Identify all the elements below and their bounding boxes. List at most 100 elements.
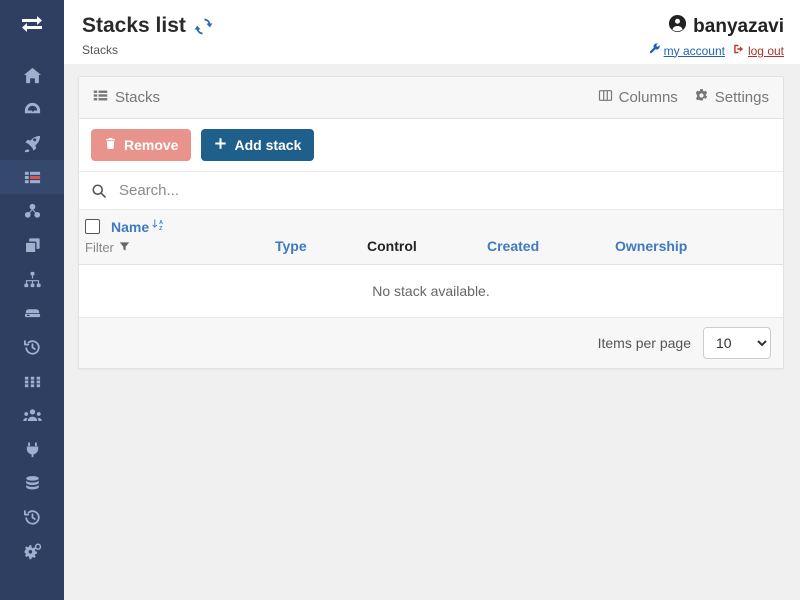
panel-toolbar: Remove Add stack bbox=[79, 119, 783, 172]
columns-icon bbox=[598, 88, 613, 107]
panel-header-actions: Columns Settings bbox=[598, 88, 769, 107]
my-account-link[interactable]: my account bbox=[649, 43, 725, 58]
top-header: Stacks list Stacks banyazavi my account … bbox=[64, 0, 800, 64]
sidebar-item-home[interactable] bbox=[0, 58, 64, 92]
user-links: my account log out bbox=[649, 43, 784, 58]
stacks-panel: Stacks Columns Settings Remove Add stack… bbox=[78, 76, 784, 369]
sidebar-item-server[interactable] bbox=[0, 296, 64, 330]
search-icon bbox=[91, 183, 107, 199]
home-icon bbox=[23, 67, 41, 83]
exchange-arrows-icon bbox=[22, 16, 42, 32]
search-input[interactable] bbox=[117, 181, 771, 200]
name-header-row: Name A Z bbox=[85, 218, 263, 235]
my-account-label: my account bbox=[663, 43, 725, 58]
remove-button[interactable]: Remove bbox=[91, 129, 192, 161]
svg-text:Z: Z bbox=[159, 226, 163, 232]
content-area: Stacks list Stacks banyazavi my account … bbox=[64, 0, 800, 600]
user-box: banyazavi my account log out bbox=[649, 10, 784, 58]
svg-text:A: A bbox=[159, 220, 163, 226]
wrench-icon bbox=[649, 43, 661, 58]
sidebar-item-dashboard[interactable] bbox=[0, 92, 64, 126]
sort-ownership-link[interactable]: Ownership bbox=[615, 238, 687, 254]
sidebar-item-cubes[interactable] bbox=[0, 194, 64, 228]
name-filter-toggle[interactable]: Filter bbox=[85, 240, 263, 255]
sign-out-icon bbox=[733, 43, 745, 58]
grid-icon bbox=[24, 376, 40, 387]
plug-icon bbox=[26, 441, 38, 457]
list-icon bbox=[24, 171, 40, 183]
sidebar-item-grid[interactable] bbox=[0, 364, 64, 398]
sidebar-divider bbox=[0, 48, 64, 58]
remove-label: Remove bbox=[124, 137, 179, 153]
column-label-control: Control bbox=[367, 238, 417, 254]
funnel-icon bbox=[119, 240, 130, 255]
main-region: Stacks Columns Settings Remove Add stack… bbox=[64, 64, 800, 600]
page-title-text: Stacks list bbox=[82, 14, 186, 37]
sidebar-item-sitemap[interactable] bbox=[0, 262, 64, 296]
table-header-row: Name A Z Filter Type Control Created Own… bbox=[79, 210, 783, 265]
sidebar-toggle-button[interactable] bbox=[0, 0, 64, 48]
sidebar-item-cogs[interactable] bbox=[0, 534, 64, 568]
columns-button[interactable]: Columns bbox=[598, 88, 678, 107]
user-circle-icon bbox=[668, 14, 687, 39]
select-all-checkbox[interactable] bbox=[85, 219, 100, 234]
breadcrumb: Stacks bbox=[82, 43, 119, 57]
panel-title-block: Stacks bbox=[93, 88, 160, 107]
user-name-block: banyazavi bbox=[649, 14, 784, 39]
sort-alpha-down-icon: A Z bbox=[151, 218, 165, 235]
column-header-ownership: Ownership bbox=[609, 210, 783, 265]
items-per-page-select[interactable]: 10 bbox=[703, 327, 771, 359]
column-header-name: Name A Z Filter bbox=[79, 210, 269, 265]
users-icon bbox=[22, 408, 42, 421]
sidebar-item-users[interactable] bbox=[0, 398, 64, 432]
cubes-icon bbox=[24, 203, 40, 218]
sidebar-item-history[interactable] bbox=[0, 330, 64, 364]
sidebar-item-rocket[interactable] bbox=[0, 126, 64, 160]
column-header-created: Created bbox=[481, 210, 609, 265]
gear-icon bbox=[694, 88, 709, 107]
page-title-block: Stacks list Stacks bbox=[82, 10, 213, 57]
cogs-icon bbox=[24, 543, 41, 559]
panel-footer: Items per page 10 bbox=[79, 318, 783, 368]
dashboard-icon bbox=[24, 102, 40, 113]
settings-button[interactable]: Settings bbox=[694, 88, 769, 107]
sidebar-item-history-alt[interactable] bbox=[0, 500, 64, 534]
user-name-text: banyazavi bbox=[693, 15, 784, 37]
table-body: No stack available. bbox=[79, 264, 783, 318]
columns-label: Columns bbox=[618, 89, 678, 106]
table-head: Name A Z Filter Type Control Created Own… bbox=[79, 210, 783, 265]
sidebar-item-layers[interactable] bbox=[0, 228, 64, 262]
panel-header: Stacks Columns Settings bbox=[79, 77, 783, 119]
sort-type-link[interactable]: Type bbox=[275, 238, 307, 254]
items-per-page-label: Items per page bbox=[597, 335, 691, 351]
app-root: Stacks list Stacks banyazavi my account … bbox=[0, 0, 800, 600]
database-icon bbox=[25, 475, 39, 489]
search-row bbox=[79, 172, 783, 210]
plus-icon bbox=[214, 137, 227, 153]
table-empty-row: No stack available. bbox=[79, 264, 783, 318]
sidebar-item-plug[interactable] bbox=[0, 432, 64, 466]
rocket-icon bbox=[24, 135, 40, 152]
empty-message: No stack available. bbox=[79, 264, 783, 318]
logout-link[interactable]: log out bbox=[733, 43, 784, 58]
stacks-table: Name A Z Filter Type Control Created Own… bbox=[79, 210, 783, 318]
sort-name-link[interactable]: Name A Z bbox=[111, 218, 165, 235]
server-icon bbox=[24, 308, 40, 317]
settings-label: Settings bbox=[714, 89, 769, 106]
refresh-icon[interactable] bbox=[194, 17, 213, 36]
logout-label: log out bbox=[747, 43, 784, 58]
column-header-control: Control bbox=[361, 210, 481, 265]
filter-label: Filter bbox=[85, 240, 114, 255]
history-icon bbox=[23, 339, 40, 355]
panel-title-text: Stacks bbox=[115, 89, 161, 106]
sidebar-item-database[interactable] bbox=[0, 466, 64, 500]
add-stack-label: Add stack bbox=[234, 137, 302, 153]
column-header-type: Type bbox=[269, 210, 361, 265]
sidebar-item-stacks[interactable] bbox=[0, 160, 64, 194]
sort-created-link[interactable]: Created bbox=[487, 238, 539, 254]
column-label-name: Name bbox=[111, 218, 150, 235]
history-alt-icon bbox=[23, 509, 40, 525]
page-title: Stacks list bbox=[82, 14, 213, 38]
list-columns-icon bbox=[93, 88, 108, 107]
add-stack-button[interactable]: Add stack bbox=[201, 129, 315, 161]
